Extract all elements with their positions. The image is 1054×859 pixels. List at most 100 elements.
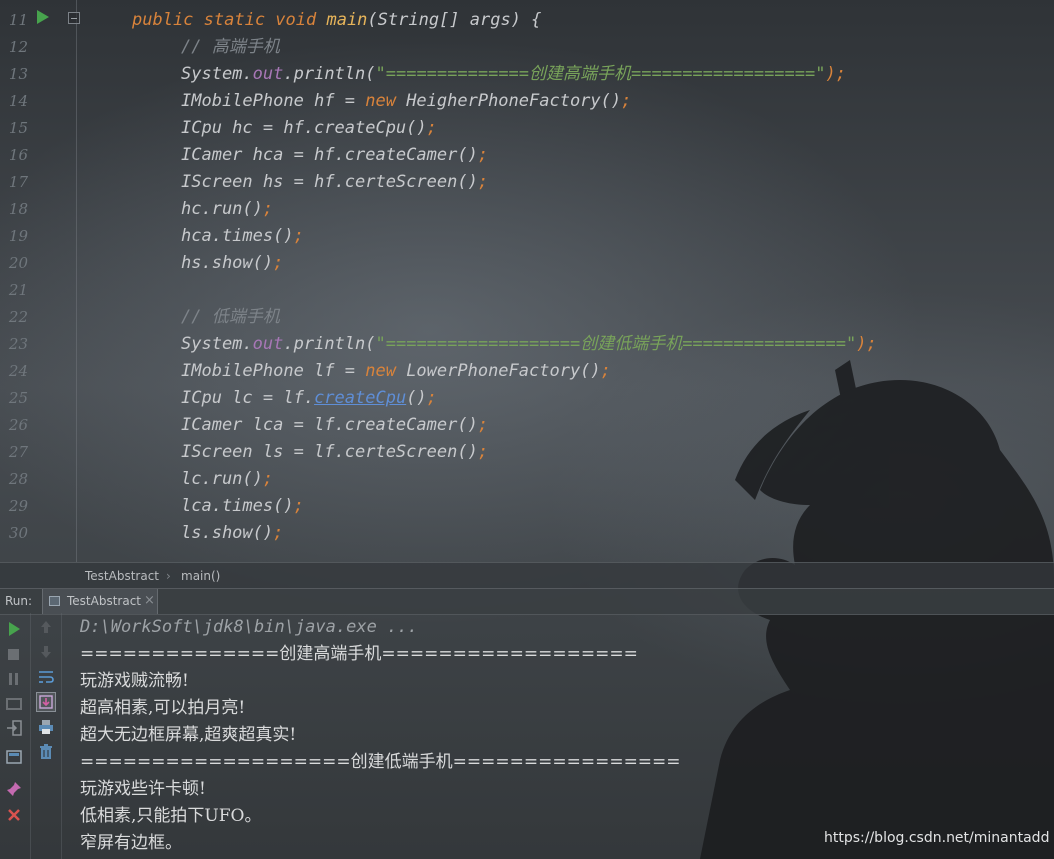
code-token: IScreen ls = lf.certeScreen() xyxy=(181,442,478,462)
line-number: 13 xyxy=(8,65,28,83)
line-number: 27 xyxy=(8,443,28,461)
code-token: out xyxy=(252,334,284,354)
line-number: 17 xyxy=(8,173,28,191)
code-token: public static void xyxy=(132,10,327,30)
scroll-to-end-icon[interactable] xyxy=(36,692,56,712)
line-number: 23 xyxy=(8,335,28,353)
close-run-icon[interactable] xyxy=(5,806,23,824)
run-main-icon[interactable] xyxy=(37,10,49,24)
line-number: 16 xyxy=(8,146,28,164)
console-output-line: ===================创建低端手机===============… xyxy=(80,752,681,772)
breadcrumb-class[interactable]: TestAbstract xyxy=(85,569,159,583)
code-token: IMobilePhone lf = xyxy=(181,361,366,381)
code-line[interactable]: ls.show(); xyxy=(181,520,283,547)
rerun-icon[interactable] xyxy=(5,620,23,638)
code-line[interactable]: IScreen ls = lf.certeScreen(); xyxy=(181,439,488,466)
console-output-line: 窄屏有边框。 xyxy=(80,833,182,853)
code-token: ICamer hca = hf.createCamer() xyxy=(181,145,478,165)
code-line[interactable]: hca.times(); xyxy=(181,223,304,250)
code-token: ; xyxy=(477,442,489,462)
code-line[interactable]: IScreen hs = hf.certeScreen(); xyxy=(181,169,488,196)
code-token: // 高端手机 xyxy=(181,37,280,57)
code-line[interactable]: ICamer hca = hf.createCamer(); xyxy=(181,142,488,169)
code-token: ; xyxy=(600,361,611,381)
code-line[interactable]: // 低端手机 xyxy=(181,304,280,331)
code-token: LowerPhoneFactory() xyxy=(406,361,601,381)
code-token: .println( xyxy=(283,334,376,354)
code-token: main xyxy=(326,10,368,30)
code-token: hca.times() xyxy=(181,226,294,246)
code-token: ; xyxy=(477,172,489,192)
code-token[interactable]: createCpu xyxy=(314,388,406,408)
code-token: IScreen hs = hf.certeScreen() xyxy=(181,172,478,192)
scroll-up-icon[interactable] xyxy=(37,618,55,636)
breadcrumb: TestAbstract › main() xyxy=(0,562,1054,589)
code-token: ; xyxy=(262,199,274,219)
line-number: 21 xyxy=(8,281,28,299)
code-line[interactable]: ICamer lca = lf.createCamer(); xyxy=(181,412,488,439)
code-line[interactable]: hs.show(); xyxy=(181,250,283,277)
line-number: 18 xyxy=(8,200,28,218)
code-token: ; xyxy=(426,118,437,138)
code-token: hs.show() xyxy=(181,253,274,273)
exit-icon[interactable] xyxy=(5,719,23,737)
code-line[interactable]: lca.times(); xyxy=(181,493,304,520)
code-token: new xyxy=(365,361,407,381)
soft-wrap-icon[interactable] xyxy=(37,668,55,686)
code-token: ; xyxy=(426,388,437,408)
line-number: 20 xyxy=(8,254,28,272)
code-token: System. xyxy=(181,334,253,354)
line-number: 24 xyxy=(8,362,28,380)
code-token: ICpu hc = hf.createCpu() xyxy=(181,118,427,138)
console-command-line: D:\WorkSoft\jdk8\bin\java.exe ... xyxy=(80,617,418,637)
code-token: ; xyxy=(293,496,304,516)
line-number: 11 xyxy=(8,11,28,29)
code-line[interactable]: IMobilePhone hf = new HeigherPhoneFactor… xyxy=(181,88,631,115)
pin-icon[interactable] xyxy=(5,780,23,798)
close-tab-icon[interactable]: × xyxy=(144,593,155,608)
code-token: ; xyxy=(477,415,489,435)
fold-toggle-icon[interactable] xyxy=(68,12,80,24)
code-line[interactable]: System.out.println("==============创建高端手机… xyxy=(181,61,846,88)
code-line[interactable]: System.out.println("===================创… xyxy=(181,331,877,358)
run-panel-label: Run: xyxy=(5,594,33,608)
code-token: ; xyxy=(293,226,304,246)
code-token: "===================创建低端手机==============… xyxy=(375,334,857,354)
code-token: ls.show() xyxy=(181,523,274,543)
run-toolbar-primary xyxy=(0,613,27,859)
pause-icon[interactable] xyxy=(5,670,23,688)
line-number: 26 xyxy=(8,416,28,434)
code-token: .println( xyxy=(283,64,376,84)
code-line[interactable]: ICpu hc = hf.createCpu(); xyxy=(181,115,437,142)
code-token: ; xyxy=(273,523,284,543)
code-line[interactable]: // 高端手机 xyxy=(181,34,280,61)
code-line[interactable]: IMobilePhone lf = new LowerPhoneFactory(… xyxy=(181,358,611,385)
code-token: ); xyxy=(856,334,877,354)
code-token: (String[] args) { xyxy=(367,10,542,30)
code-token: out xyxy=(252,64,284,84)
console-tab-icon xyxy=(49,596,60,606)
line-number: 12 xyxy=(8,38,28,56)
console-output-line: 玩游戏些许卡顿! xyxy=(80,779,206,799)
code-token: ; xyxy=(477,145,489,165)
code-line[interactable]: hc.run(); xyxy=(181,196,273,223)
clear-all-icon[interactable] xyxy=(37,743,55,761)
code-token: hc.run() xyxy=(181,199,263,219)
code-token: ); xyxy=(825,64,846,84)
dump-threads-icon[interactable] xyxy=(5,695,23,713)
console-output-line: 低相素,只能拍下UFO。 xyxy=(80,806,262,826)
scroll-down-icon[interactable] xyxy=(37,643,55,661)
layout-icon[interactable] xyxy=(5,748,23,766)
stop-icon[interactable] xyxy=(5,645,23,663)
run-toolbar-secondary xyxy=(30,613,62,859)
code-token: () xyxy=(406,388,427,408)
line-number: 29 xyxy=(8,497,28,515)
line-number: 14 xyxy=(8,92,28,110)
code-line[interactable]: public static void main(String[] args) { xyxy=(132,7,541,34)
code-line[interactable]: ICpu lc = lf.createCpu(); xyxy=(181,385,437,412)
print-icon[interactable] xyxy=(37,718,55,736)
code-line[interactable]: lc.run(); xyxy=(181,466,273,493)
code-token: new xyxy=(365,91,407,111)
run-tab-testabstract[interactable]: TestAbstract × xyxy=(42,589,158,614)
breadcrumb-method[interactable]: main() xyxy=(181,569,220,583)
